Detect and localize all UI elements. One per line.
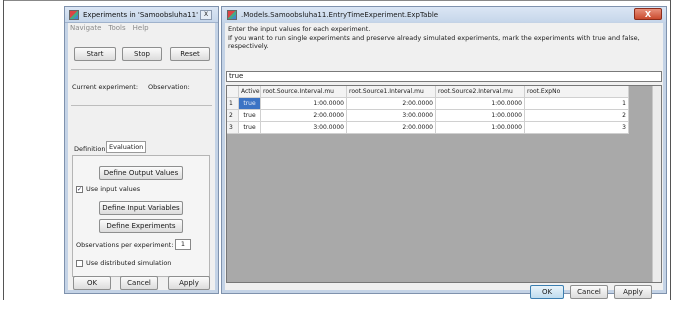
column-header-active[interactable]: Active [239,86,261,98]
menu-navigate[interactable]: Navigate [70,23,101,34]
define-experiments-button[interactable]: Define Experiments [99,219,183,233]
vertical-scrollbar[interactable] [652,86,661,282]
menu-help[interactable]: Help [133,23,149,34]
row-header[interactable]: 1 [227,98,239,110]
table-corner [227,86,239,98]
observations-per-experiment-input[interactable]: 1 [175,239,191,250]
ok-button[interactable]: OK [530,285,564,299]
instructions-line-2: If you want to run single experiments an… [228,33,640,51]
table-cell[interactable]: 1 [525,98,629,110]
divider [71,105,212,106]
table-cell[interactable]: 2 [525,110,629,122]
close-icon[interactable]: X [634,8,662,20]
active-cell[interactable]: true [239,98,261,110]
exptable-body: Enter the input values for each experime… [225,23,663,299]
menu-bar: Navigate Tools Help [68,23,215,34]
menu-tools[interactable]: Tools [108,23,125,34]
table-cell[interactable]: true [239,122,261,134]
cancel-button[interactable]: Cancel [570,285,608,299]
cell-edit-field[interactable]: true [226,71,662,82]
table-cell[interactable]: 2:00.0000 [347,98,436,110]
current-experiment-label: Current experiment: [72,83,139,91]
experiments-window-title: Experiments in 'Samoobsluha11' [83,10,198,19]
apply-button[interactable]: Apply [168,276,210,290]
experiments-window: Experiments in 'Samoobsluha11' X Navigat… [64,6,219,294]
instructions-line-1: Enter the input values for each experime… [228,25,371,33]
experiments-title-bar[interactable]: Experiments in 'Samoobsluha11' X [65,7,218,23]
table-cell[interactable]: 3:00.0000 [347,110,436,122]
close-icon[interactable]: X [200,9,212,20]
table-cell[interactable]: 1:00.0000 [436,110,525,122]
app-icon [227,9,237,20]
instructions: Enter the input values for each experime… [228,25,663,51]
table-cell[interactable]: 3:00.0000 [261,122,347,134]
column-header-source-interval[interactable]: root.Source.Interval.mu [261,86,347,98]
divider [71,69,212,70]
column-header-source1-interval[interactable]: root.Source1.Interval.mu [347,86,436,98]
exptable-window-title: .Models.Samoobsluha11.EntryTimeExperimen… [241,10,439,19]
experiment-table: Active root.Source.Interval.mu root.Sour… [226,85,662,283]
define-output-values-button[interactable]: Define Output Values [99,166,183,180]
tab-evaluation[interactable]: Evaluation [106,141,147,153]
row-header[interactable]: 3 [227,122,239,134]
distributed-simulation-checkbox[interactable] [76,260,83,267]
tab-definition[interactable]: Definition [72,143,107,155]
apply-button[interactable]: Apply [614,285,652,299]
column-header-source2-interval[interactable]: root.Source2.Interval.mu [436,86,525,98]
observation-label: Observation: [148,83,190,91]
use-input-values-checkbox[interactable]: ✓ [76,186,83,193]
table-cell[interactable]: 3 [525,122,629,134]
definition-panel: Define Output Values ✓ Use input values … [72,155,210,277]
table-cell[interactable]: 1:00.0000 [261,98,347,110]
use-input-values-label: Use input values [86,185,141,193]
start-button[interactable]: Start [74,47,116,61]
observations-per-experiment-label: Observations per experiment: [76,241,174,249]
table-cell[interactable]: true [239,110,261,122]
distributed-simulation-label: Use distributed simulation [86,259,172,267]
experiments-body: Navigate Tools Help Start Stop Reset Cur… [68,23,215,290]
app-icon [69,9,79,20]
reset-button[interactable]: Reset [170,47,210,61]
row-header[interactable]: 2 [227,110,239,122]
exptable-window: .Models.Samoobsluha11.EntryTimeExperimen… [221,6,667,299]
stop-button[interactable]: Stop [122,47,162,61]
cancel-button[interactable]: Cancel [120,276,158,290]
column-header-expno[interactable]: root.ExpNo [525,86,629,98]
ok-button[interactable]: OK [73,276,111,290]
table-cell[interactable]: 1:00.0000 [436,98,525,110]
table-cell[interactable]: 1:00.0000 [436,122,525,134]
define-input-variables-button[interactable]: Define Input Variables [99,201,183,215]
table-cell[interactable]: 2:00.0000 [261,110,347,122]
table-cell[interactable]: 2:00.0000 [347,122,436,134]
exptable-title-bar[interactable]: .Models.Samoobsluha11.EntryTimeExperimen… [222,7,666,22]
